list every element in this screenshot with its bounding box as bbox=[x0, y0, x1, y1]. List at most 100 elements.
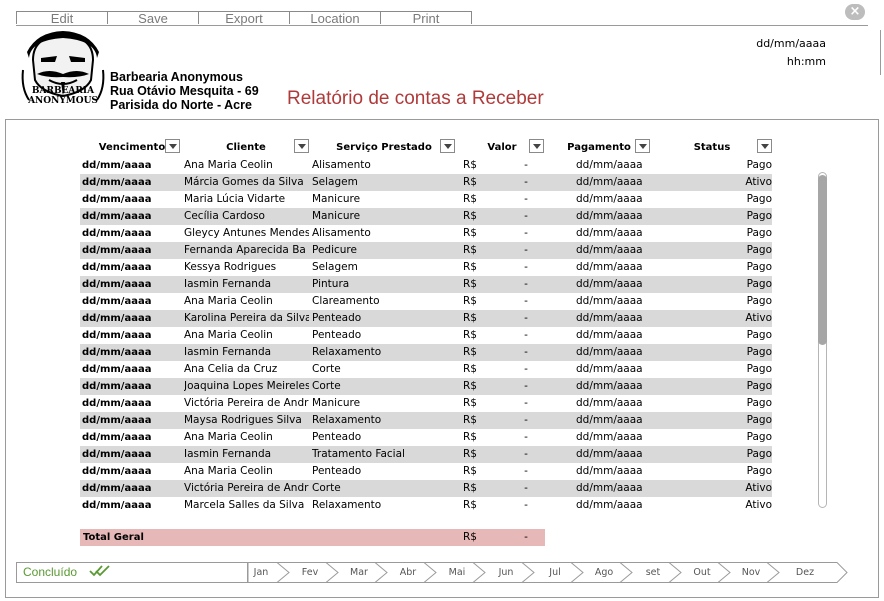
cell-servico: Relaxamento bbox=[312, 414, 382, 426]
month-jan[interactable]: Jan bbox=[241, 567, 281, 578]
cell-vencimento: dd/mm/aaaa bbox=[82, 415, 152, 426]
total-currency: R$ bbox=[463, 531, 477, 543]
cell-currency: R$ bbox=[463, 159, 477, 171]
total-value: - bbox=[524, 531, 528, 543]
table-row[interactable]: dd/mm/aaaa Gleycy Antunes Mendes Alisament… bbox=[80, 225, 772, 242]
cell-cliente: Ana Maria Ceolin bbox=[184, 465, 273, 477]
month-jun[interactable]: Jun bbox=[486, 567, 526, 578]
cell-vencimento: dd/mm/aaaa bbox=[82, 262, 152, 273]
cell-vencimento: dd/mm/aaaa bbox=[82, 466, 152, 477]
cell-valor: - bbox=[524, 261, 528, 273]
table-row[interactable]: dd/mm/aaaa Ana Maria Ceolin Clareamento R$ -… bbox=[80, 293, 772, 310]
table-row[interactable]: dd/mm/aaaa Iasmin Fernanda Pintura R$ - dd/mm… bbox=[80, 276, 772, 293]
month-mar[interactable]: Mar bbox=[339, 567, 379, 578]
edit-button[interactable]: Edit bbox=[16, 11, 108, 26]
location-button[interactable]: Location bbox=[289, 11, 381, 26]
table-row[interactable]: dd/mm/aaaa Iasmin Fernanda Tratamento Faci… bbox=[80, 446, 772, 463]
table-row[interactable]: dd/mm/aaaa Victória Pereira de AndradeMan… bbox=[80, 395, 772, 412]
table-row[interactable]: dd/mm/aaaa Cecília Cardoso Manicure R$ - dd/m… bbox=[80, 208, 772, 225]
cell-vencimento: dd/mm/aaaa bbox=[82, 500, 152, 511]
month-mai[interactable]: Mai bbox=[437, 567, 477, 578]
cell-pagamento: dd/mm/aaaa bbox=[576, 499, 643, 511]
table-row[interactable]: dd/mm/aaaa Fernanda Aparecida Ba Pedicure R… bbox=[80, 242, 772, 259]
cell-servico: Corte bbox=[312, 380, 341, 392]
frame-border-bottom bbox=[5, 597, 879, 598]
cell-servico: Manicure bbox=[312, 210, 361, 222]
frame-border-right bbox=[878, 119, 879, 597]
table-row[interactable]: dd/mm/aaaa Kessya Rodrigues Selagem R$ - dd/m… bbox=[80, 259, 772, 276]
cell-servico: Pintura bbox=[312, 278, 350, 290]
scrollbar-thumb[interactable] bbox=[818, 175, 827, 345]
cell-cliente: Ana Maria Ceolin bbox=[184, 295, 273, 307]
filter-dropdown-status[interactable] bbox=[757, 139, 772, 153]
cell-cliente: Gleycy Antunes Mendes bbox=[184, 227, 309, 239]
cell-valor: - bbox=[524, 346, 528, 358]
dropdown-arrow-icon bbox=[639, 144, 647, 149]
month-fev[interactable]: Fev bbox=[290, 567, 330, 578]
cell-cliente: Karolina Pereira da Silva bbox=[184, 312, 309, 324]
cell-vencimento: dd/mm/aaaa bbox=[82, 194, 152, 205]
cell-cliente: Iasmin Fernanda bbox=[184, 448, 272, 460]
cell-status: Pago bbox=[746, 329, 772, 341]
cell-pagamento: dd/mm/aaaa bbox=[576, 244, 643, 256]
table-row[interactable]: dd/mm/aaaa Márcia Gomes da Silva Selagem R$… bbox=[80, 174, 772, 191]
cell-vencimento: dd/mm/aaaa bbox=[82, 211, 152, 222]
status-text: Concluído bbox=[23, 565, 78, 579]
table-row[interactable]: dd/mm/aaaa Ana Maria Ceolin Alisamento R$ - d… bbox=[80, 157, 772, 174]
filter-dropdown-vencimento[interactable] bbox=[165, 139, 180, 153]
table-row[interactable]: dd/mm/aaaa Maria Lúcia Vidarte Manicure R$ -… bbox=[80, 191, 772, 208]
cell-status: Pago bbox=[746, 448, 772, 460]
company-info: Barbearia Anonymous Rua Otávio Mesquita … bbox=[110, 70, 259, 112]
cell-cliente: Iasmin Fernanda bbox=[184, 278, 272, 290]
cell-vencimento: dd/mm/aaaa bbox=[82, 177, 152, 188]
table-row[interactable]: dd/mm/aaaa Maysa Rodrigues Silva Relaxamen… bbox=[80, 412, 772, 429]
cell-currency: R$ bbox=[463, 363, 477, 375]
month-abr[interactable]: Abr bbox=[388, 567, 428, 578]
cell-cliente: Victória Pereira de Andrade bbox=[184, 482, 309, 494]
cell-status: Pago bbox=[746, 244, 772, 256]
month-dez[interactable]: Dez bbox=[785, 567, 825, 578]
cell-servico: Penteado bbox=[312, 431, 362, 443]
cell-servico: Penteado bbox=[312, 329, 362, 341]
month-ago[interactable]: Ago bbox=[584, 567, 624, 578]
cell-servico: Relaxamento bbox=[312, 499, 382, 511]
cell-pagamento: dd/mm/aaaa bbox=[576, 431, 643, 443]
filter-dropdown-servico[interactable] bbox=[440, 139, 455, 153]
table-row[interactable]: dd/mm/aaaa Joaquina Lopes Meireles Corte R$… bbox=[80, 378, 772, 395]
filter-dropdown-cliente[interactable] bbox=[294, 139, 309, 153]
filter-dropdown-pagamento[interactable] bbox=[635, 139, 650, 153]
cell-status: Pago bbox=[746, 465, 772, 477]
cell-pagamento: dd/mm/aaaa bbox=[576, 295, 643, 307]
column-header-vencimento: Vencimento bbox=[98, 142, 166, 153]
table-row[interactable]: dd/mm/aaaa Karolina Pereira da Silva Pente… bbox=[80, 310, 772, 327]
close-button[interactable]: × bbox=[845, 4, 865, 20]
cell-servico: Tratamento Facial bbox=[312, 448, 405, 460]
table-row[interactable]: dd/mm/aaaa Victória Pereira de AndradeCor… bbox=[80, 480, 772, 497]
cell-cliente: Joaquina Lopes Meireles bbox=[184, 380, 309, 392]
month-out[interactable]: Out bbox=[682, 567, 722, 578]
cell-servico: Penteado bbox=[312, 465, 362, 477]
cell-valor: - bbox=[524, 499, 528, 511]
table-row[interactable]: dd/mm/aaaa Ana Celia da Cruz Corte R$ - dd/mm… bbox=[80, 361, 772, 378]
table-row[interactable]: dd/mm/aaaa Ana Maria Ceolin Penteado R$ - dd/… bbox=[80, 327, 772, 344]
header-divider bbox=[5, 119, 879, 120]
month-nov[interactable]: Nov bbox=[731, 567, 771, 578]
cell-currency: R$ bbox=[463, 448, 477, 460]
cell-pagamento: dd/mm/aaaa bbox=[576, 414, 643, 426]
cell-status: Pago bbox=[746, 193, 772, 205]
print-button[interactable]: Print bbox=[380, 11, 472, 26]
cell-vencimento: dd/mm/aaaa bbox=[82, 347, 152, 358]
cell-currency: R$ bbox=[463, 499, 477, 511]
filter-dropdown-valor[interactable] bbox=[529, 139, 544, 153]
company-city: Parisida do Norte - Acre bbox=[110, 98, 252, 112]
save-button[interactable]: Save bbox=[107, 11, 199, 26]
table-row[interactable]: dd/mm/aaaa Iasmin Fernanda Relaxamento R$ - d… bbox=[80, 344, 772, 361]
table-row[interactable]: dd/mm/aaaa Ana Maria Ceolin Penteado R$ - dd/… bbox=[80, 463, 772, 480]
cell-pagamento: dd/mm/aaaa bbox=[576, 312, 643, 324]
cell-servico: Alisamento bbox=[312, 227, 371, 239]
export-button[interactable]: Export bbox=[198, 11, 290, 26]
table-row[interactable]: dd/mm/aaaa Ana Maria Ceolin Penteado R$ - dd/… bbox=[80, 429, 772, 446]
month-set[interactable]: set bbox=[633, 567, 673, 578]
table-row[interactable]: dd/mm/aaaa Marcela Salles da Silva Relaxam… bbox=[80, 497, 772, 514]
month-jul[interactable]: Jul bbox=[535, 567, 575, 578]
